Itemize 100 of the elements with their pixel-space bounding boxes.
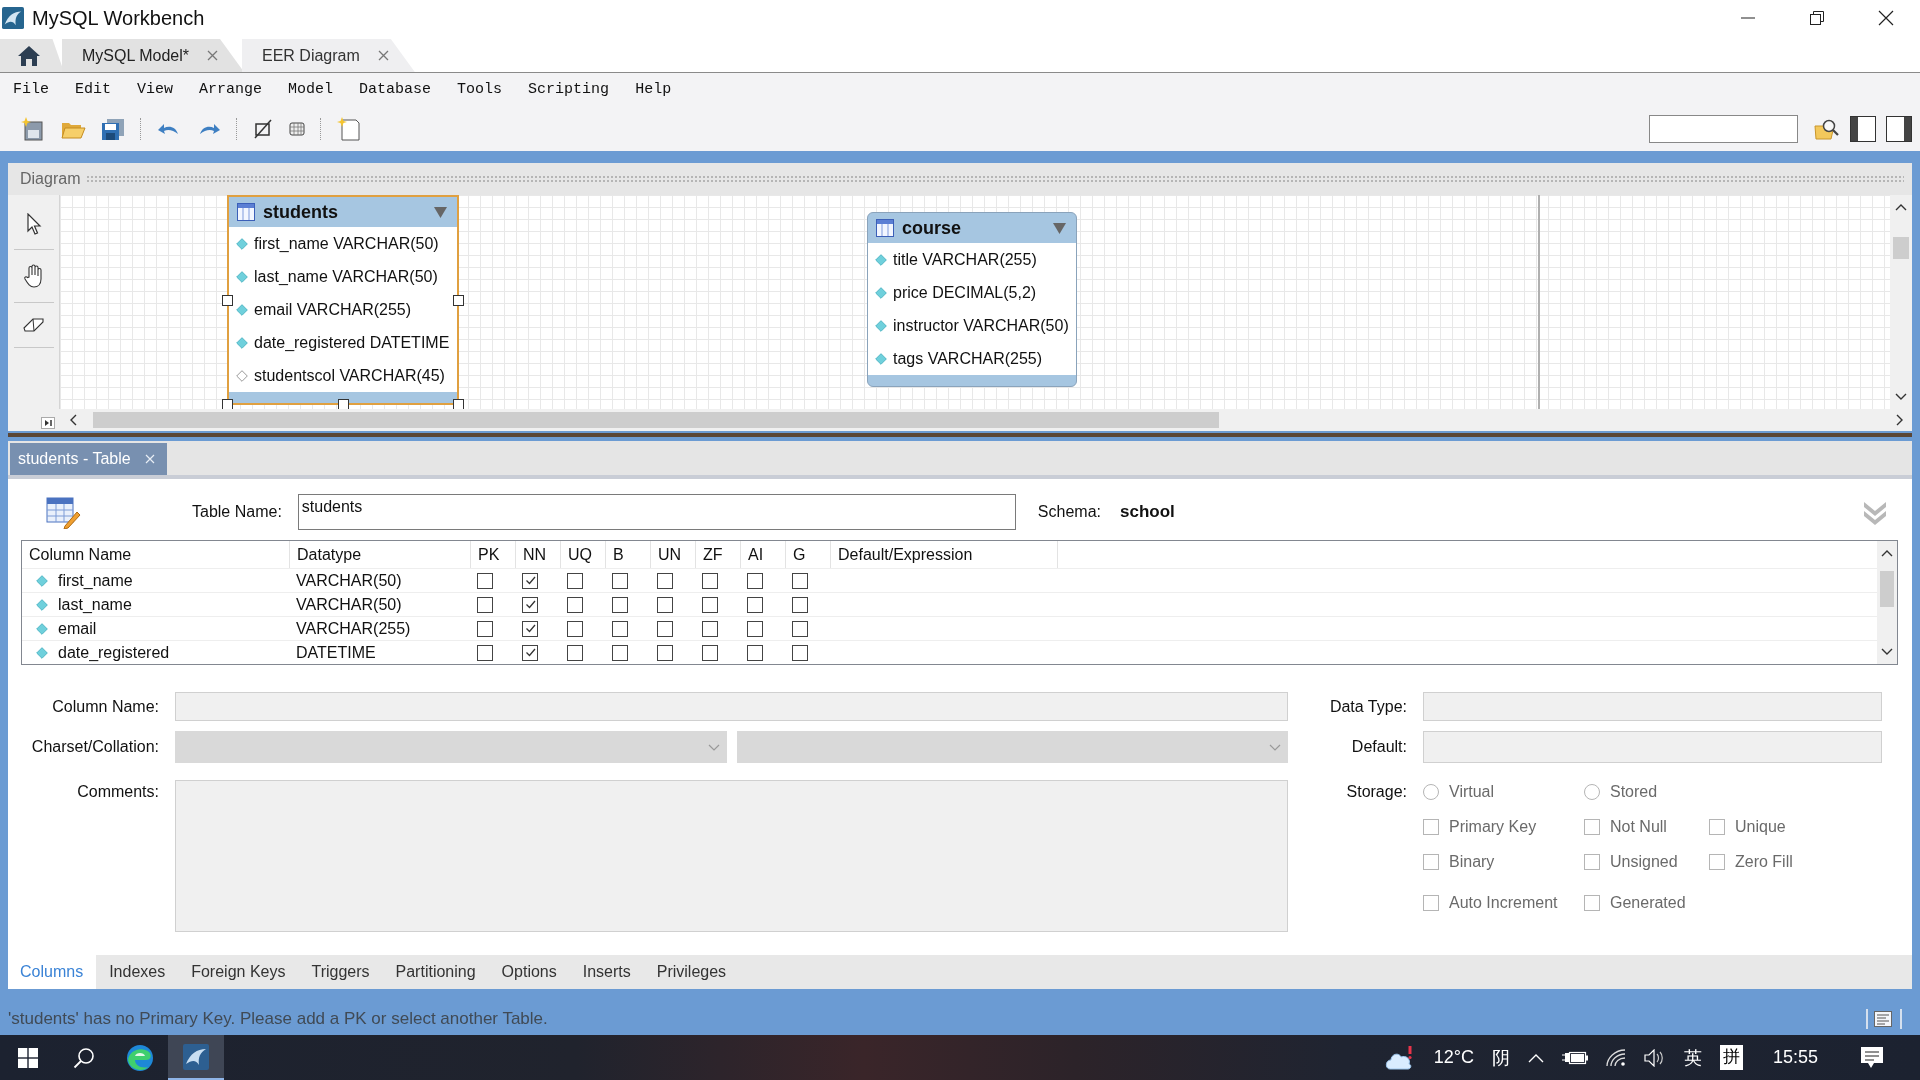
grid-icon[interactable]: [288, 119, 306, 138]
wifi-icon[interactable]: [1605, 1048, 1626, 1067]
checkbox[interactable]: [747, 620, 763, 637]
menu-item[interactable]: File: [0, 81, 62, 98]
menu-item[interactable]: Tools: [444, 81, 516, 98]
tab[interactable]: Indexes: [96, 955, 179, 989]
input-language-text[interactable]: 英: [1683, 1045, 1702, 1070]
checkbox[interactable]: [747, 572, 763, 589]
checkbox[interactable]: [702, 596, 718, 613]
menu-item[interactable]: Help: [622, 81, 685, 98]
checkbox[interactable]: [702, 572, 718, 589]
checkbox[interactable]: [522, 596, 538, 613]
checkbox[interactable]: [612, 572, 628, 589]
checkbox[interactable]: [522, 620, 538, 637]
column-header[interactable]: UN: [651, 541, 696, 568]
swirl-browser-icon[interactable]: [126, 1043, 154, 1072]
chevron-up-icon[interactable]: [1527, 1052, 1544, 1063]
tab[interactable]: Privileges: [643, 955, 740, 989]
checkbox[interactable]: [612, 596, 628, 613]
checkbox[interactable]: [657, 596, 673, 613]
table-name-field[interactable]: students: [297, 494, 1016, 530]
checkbox[interactable]: [747, 596, 763, 613]
checkbox[interactable]: [612, 620, 628, 637]
speaker-icon[interactable]: [1643, 1048, 1666, 1067]
scroll-left-icon[interactable]: [69, 414, 77, 426]
checkbox[interactable]: [477, 572, 493, 589]
expand-toggle-icon[interactable]: [41, 417, 55, 429]
menu-item[interactable]: Edit: [62, 81, 125, 98]
scroll-right-icon[interactable]: [1896, 414, 1904, 426]
scroll-down-icon[interactable]: [1895, 393, 1907, 401]
checkbox[interactable]: [522, 572, 538, 589]
checkbox[interactable]: [657, 572, 673, 589]
scrollbar-thumb[interactable]: [93, 412, 1219, 428]
vertical-scrollbar[interactable]: [1890, 195, 1912, 409]
scrollbar-thumb[interactable]: [1893, 237, 1909, 259]
home-tab[interactable]: [0, 39, 64, 72]
pointer-icon[interactable]: [25, 213, 42, 235]
checkbox[interactable]: [792, 596, 808, 613]
left-panel-toggle-icon[interactable]: [1850, 115, 1876, 142]
checkbox[interactable]: [477, 644, 493, 661]
eraser-icon[interactable]: [22, 317, 45, 333]
column-header[interactable]: PK: [471, 541, 516, 568]
checkbox[interactable]: [567, 596, 583, 613]
column-header[interactable]: ZF: [696, 541, 741, 568]
tab[interactable]: Columns: [8, 955, 97, 989]
resize-handle[interactable]: [338, 399, 349, 409]
column-header[interactable]: B: [606, 541, 651, 568]
scrollbar-thumb[interactable]: [1880, 571, 1894, 607]
checkbox[interactable]: [477, 596, 493, 613]
scroll-down-icon[interactable]: [1881, 648, 1893, 656]
resize-handle[interactable]: [453, 399, 464, 409]
checkbox[interactable]: [792, 620, 808, 637]
new-document-icon[interactable]: [20, 115, 46, 142]
scroll-up-icon[interactable]: [1895, 203, 1907, 211]
checkbox[interactable]: [657, 644, 673, 661]
column-header[interactable]: G: [786, 541, 831, 568]
checkbox[interactable]: [792, 644, 808, 661]
search-field[interactable]: [1649, 114, 1798, 143]
resize-handle[interactable]: [222, 295, 233, 306]
slashed-box-icon[interactable]: [252, 117, 274, 140]
column-header[interactable]: AI: [741, 541, 786, 568]
tab[interactable]: Triggers: [298, 955, 383, 989]
tab[interactable]: Partitioning: [382, 955, 489, 989]
checkbox[interactable]: [747, 644, 763, 661]
collapse-triangle-icon[interactable]: [434, 206, 447, 218]
column-header[interactable]: Datatype: [290, 541, 471, 568]
notification-icon[interactable]: [1860, 1045, 1884, 1070]
checkbox[interactable]: [567, 644, 583, 661]
document-tab[interactable]: EER Diagram: [242, 39, 415, 72]
checkbox[interactable]: [702, 644, 718, 661]
restore-icon[interactable]: [1809, 11, 1824, 25]
vertical-scrollbar[interactable]: [1877, 541, 1897, 664]
windows-start-icon[interactable]: [18, 1047, 38, 1068]
scroll-up-icon[interactable]: [1881, 549, 1893, 557]
column-header[interactable]: UQ: [561, 541, 606, 568]
close-icon[interactable]: [1877, 10, 1894, 26]
checkbox[interactable]: [477, 620, 493, 637]
minimize-icon[interactable]: [1740, 17, 1755, 19]
battery-plug-icon[interactable]: [1561, 1049, 1588, 1066]
document-tab[interactable]: MySQL Model*: [62, 39, 244, 72]
column-header[interactable]: Column Name: [22, 541, 290, 568]
menu-item[interactable]: Arrange: [186, 81, 276, 98]
menu-item[interactable]: View: [124, 81, 187, 98]
checkbox[interactable]: [567, 620, 583, 637]
checkbox[interactable]: [612, 644, 628, 661]
column-header[interactable]: Default/Expression: [831, 541, 1058, 568]
collapse-triangle-icon[interactable]: [1053, 222, 1066, 234]
checkbox[interactable]: [792, 572, 808, 589]
clock-text[interactable]: 15:55: [1772, 1047, 1818, 1068]
menu-item[interactable]: Database: [346, 81, 445, 98]
checkbox[interactable]: [702, 620, 718, 637]
resize-handle[interactable]: [222, 399, 233, 409]
search-icon[interactable]: [73, 1046, 95, 1069]
tab[interactable]: Foreign Keys: [178, 955, 299, 989]
table-entity[interactable]: course title VARCHAR(255) price DECIMAL(5,2) instructor VARCHAR(50) tags VARCHAR(255): [867, 212, 1077, 387]
output-panel-icon[interactable]: [1874, 1011, 1892, 1027]
menu-item[interactable]: Scripting: [515, 81, 623, 98]
checkbox[interactable]: [522, 644, 538, 661]
column-header[interactable]: NN: [516, 541, 561, 568]
menu-item[interactable]: Model: [275, 81, 347, 98]
